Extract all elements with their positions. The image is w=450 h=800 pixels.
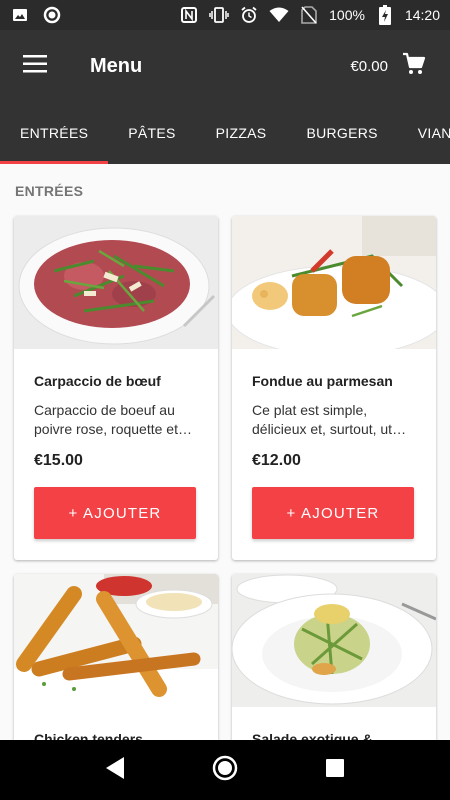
product-price: €15.00	[34, 452, 83, 469]
tab-pates[interactable]: PÂTES	[108, 102, 195, 164]
image-icon	[10, 5, 30, 25]
alarm-icon	[239, 5, 259, 25]
status-right: 100% 14:20	[179, 5, 440, 25]
product-card[interactable]: Salade exotique & …	[232, 574, 436, 740]
wifi-icon	[269, 5, 289, 25]
clock: 14:20	[404, 7, 440, 23]
home-icon	[211, 754, 239, 787]
cart-amount: €0.00	[350, 57, 388, 75]
section-title: ENTRÉES	[15, 183, 84, 199]
cart-button[interactable]	[388, 30, 440, 102]
product-title: Fondue au parmesan	[252, 373, 393, 389]
product-image-chicken	[14, 574, 218, 707]
product-description: Carpaccio de boeuf au poivre rose, roque…	[34, 402, 178, 437]
tab-entrees[interactable]: ENTRÉES	[0, 102, 109, 164]
status-left	[10, 5, 62, 25]
product-card[interactable]: Carpaccio de bœuf Carpaccio de boeuf au …	[14, 216, 218, 560]
recents-icon	[325, 758, 345, 783]
product-description: Ce plat est simple, délicieux et, surtou…	[252, 402, 407, 437]
cart-icon	[402, 52, 426, 81]
no-sim-icon	[299, 5, 319, 25]
tab-burgers[interactable]: BURGERS	[286, 102, 397, 164]
recents-button[interactable]	[310, 745, 360, 795]
card-body: Salade exotique & …	[232, 731, 436, 740]
content-area[interactable]: ENTRÉES Carpaccio de bœuf Carpaccio de b…	[0, 164, 450, 740]
menu-button[interactable]	[0, 30, 70, 102]
product-image-fondue	[232, 216, 436, 349]
app-bar: Menu €0.00	[0, 30, 450, 102]
category-tabs: ENTRÉES PÂTES PIZZAS BURGERS VIANDES	[0, 102, 450, 164]
add-button[interactable]: + AJOUTER	[252, 487, 414, 539]
product-image-salade	[232, 574, 436, 707]
system-nav-bar	[0, 740, 450, 800]
product-title: Chicken tenders	[34, 731, 143, 740]
vibrate-icon	[209, 5, 229, 25]
tab-viandes[interactable]: VIANDES	[398, 102, 450, 164]
product-image-carpaccio	[14, 216, 218, 349]
circle-icon	[42, 5, 62, 25]
nfc-icon	[179, 5, 199, 25]
product-title: Carpaccio de bœuf	[34, 373, 161, 389]
battery-charging-icon	[375, 5, 395, 25]
card-body: Chicken tenders	[14, 731, 218, 740]
page-title: Menu	[90, 54, 143, 77]
product-price: €12.00	[252, 452, 301, 469]
hamburger-icon	[23, 54, 47, 78]
add-button[interactable]: + AJOUTER	[34, 487, 196, 539]
product-card[interactable]: Fondue au parmesan Ce plat est simple, d…	[232, 216, 436, 560]
back-icon	[104, 756, 126, 785]
product-title: Salade exotique & …	[252, 731, 391, 740]
card-body: Carpaccio de bœuf Carpaccio de boeuf au …	[14, 373, 218, 539]
battery-level: 100%	[329, 7, 365, 23]
tab-pizzas[interactable]: PIZZAS	[196, 102, 287, 164]
back-button[interactable]	[90, 745, 140, 795]
home-button[interactable]	[200, 745, 250, 795]
status-bar: 100% 14:20	[0, 0, 450, 30]
product-card[interactable]: Chicken tenders	[14, 574, 218, 740]
card-body: Fondue au parmesan Ce plat est simple, d…	[232, 373, 436, 539]
